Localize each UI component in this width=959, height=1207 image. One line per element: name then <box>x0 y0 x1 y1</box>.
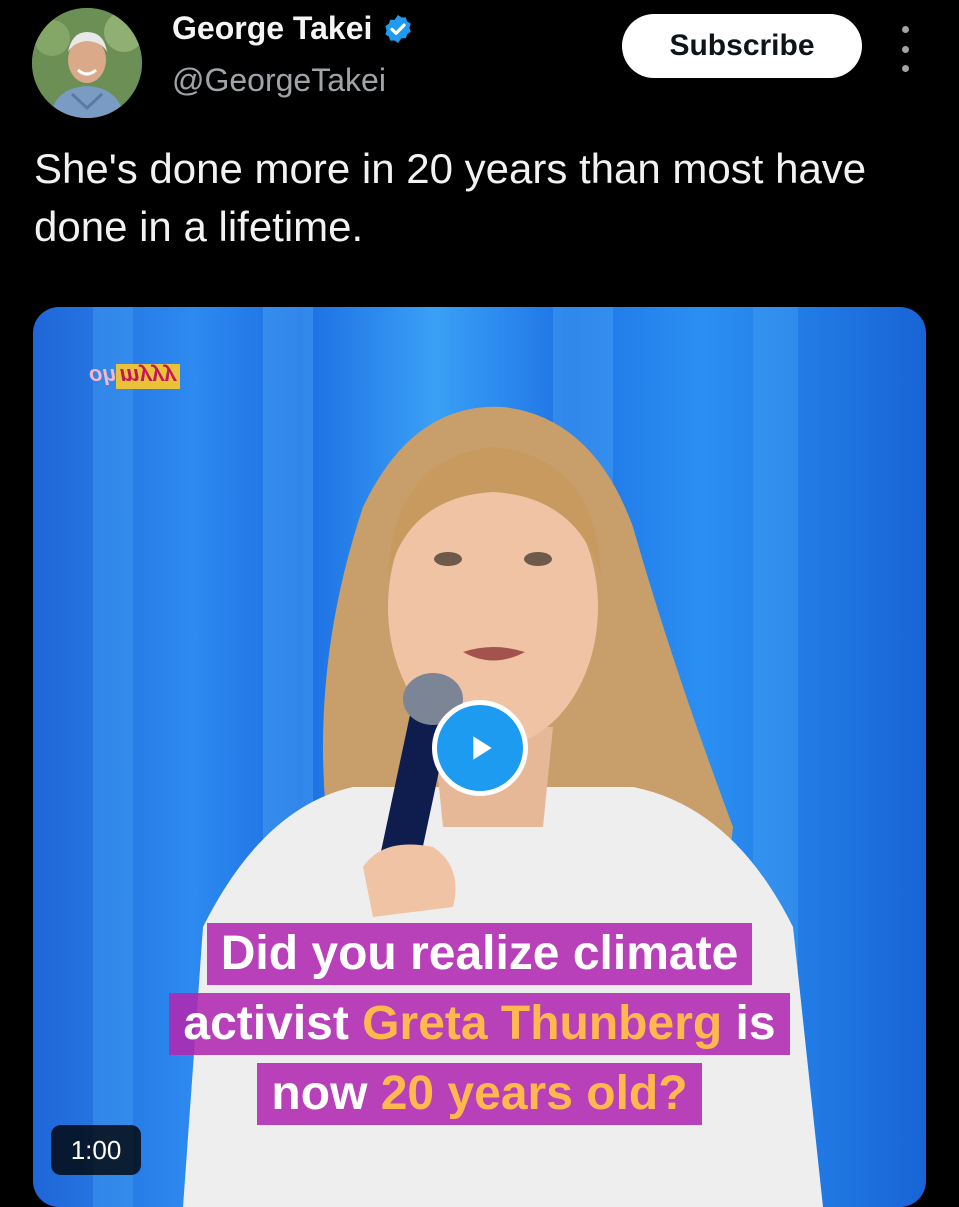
caption-line-1: Did you realize climate <box>206 923 753 985</box>
caption-highlight: 20 years old? <box>380 1067 688 1120</box>
caption-text: activist <box>183 997 363 1050</box>
watermark-text-b: myyy <box>115 364 181 389</box>
channel-watermark: oh myyy <box>89 363 181 389</box>
caption-text: is <box>722 997 776 1050</box>
avatar[interactable] <box>32 8 142 118</box>
video-player[interactable]: oh myyy Did you realize climate activist … <box>33 307 926 1207</box>
caption-line-2: activist Greta Thunberg is <box>169 993 790 1055</box>
video-caption: Did you realize climate activist Greta T… <box>33 919 926 1129</box>
caption-highlight: Greta Thunberg <box>362 997 723 1050</box>
more-dot <box>901 65 909 72</box>
tweet-text: She's done more in 20 years than most ha… <box>34 145 867 250</box>
subscribe-button[interactable]: Subscribe <box>622 14 862 78</box>
more-dot <box>901 45 909 53</box>
caption-text: now <box>271 1067 381 1120</box>
author-name[interactable]: George Takei <box>172 10 372 47</box>
author-name-row: George Takei <box>172 10 414 47</box>
verified-badge-icon <box>385 14 412 43</box>
video-duration: 1:00 <box>51 1125 141 1175</box>
watermark-text-a: oh <box>89 364 116 389</box>
more-dot <box>901 26 909 33</box>
play-icon[interactable] <box>432 700 528 796</box>
tweet-header: George Takei @GeorgeTakei Subscribe <box>0 0 959 130</box>
author-handle[interactable]: @GeorgeTakei <box>172 62 386 99</box>
more-options-icon[interactable] <box>892 26 918 72</box>
caption-line-3: now 20 years old? <box>257 1063 702 1125</box>
play-triangle-icon <box>473 736 492 760</box>
